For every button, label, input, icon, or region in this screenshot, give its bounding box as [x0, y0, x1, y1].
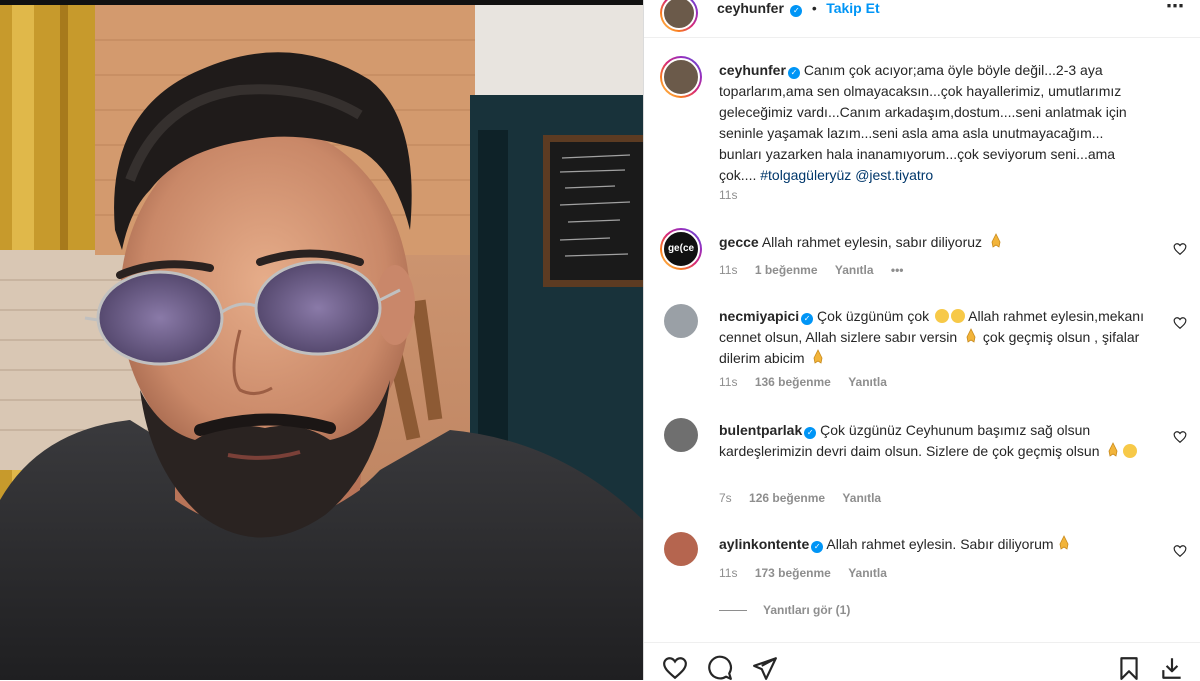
gecce-logo: ge(ce — [662, 230, 700, 268]
caption-meta: 11s — [719, 188, 751, 202]
author-avatar[interactable] — [660, 0, 698, 32]
comment-text-block: necmiyapici ✓ Çok üzgünüm çok Allah rahme… — [719, 306, 1149, 369]
comment-meta: 11s 1 beğenme Yanıtla ••• — [719, 263, 918, 277]
view-replies-line — [719, 610, 747, 612]
comment-more-button[interactable]: ••• — [891, 263, 904, 277]
pray-emoji — [1059, 535, 1069, 550]
caption-text-block: ceyhunfer ✓ Canım çok acıyor;ama öyle böy… — [719, 60, 1149, 186]
view-replies-label: Yanıtları gör (1) — [763, 603, 851, 617]
separator-dot: • — [811, 0, 817, 16]
heart-icon[interactable] — [662, 655, 688, 681]
view-replies-button[interactable]: Yanıtları gör (1) — [719, 603, 850, 617]
reply-button[interactable]: Yanıtla — [848, 566, 887, 580]
post-header: ceyhunfer ✓ • Takip Et ⋯ — [644, 0, 1200, 38]
sad-emoji — [1123, 444, 1138, 458]
author-username[interactable]: ceyhunfer — [717, 0, 784, 16]
more-options-icon[interactable]: ⋯ — [1166, 0, 1185, 17]
like-heart-icon[interactable] — [1173, 242, 1187, 256]
comment-meta: 11s 173 beğenme Yanıtla — [719, 566, 901, 580]
commenter-avatar[interactable]: ge(ce — [660, 228, 702, 270]
comment-meta: 7s 126 beğenme Yanıtla — [719, 491, 895, 505]
post-panel: ceyhunfer ✓ • Takip Et ⋯ ceyhunfer ✓ Canı… — [643, 0, 1200, 680]
download-icon[interactable] — [1159, 655, 1185, 681]
reply-button[interactable]: Yanıtla — [842, 491, 881, 505]
like-heart-icon[interactable] — [1173, 316, 1187, 330]
like-heart-icon[interactable] — [1173, 430, 1187, 444]
follow-button[interactable]: Takip Et — [826, 0, 879, 16]
comment-username[interactable]: necmiyapici — [719, 308, 799, 324]
comment-text-part1: Çok üzgünüm çok — [817, 308, 930, 324]
caption-mention[interactable]: @jest.tiyatro — [855, 167, 933, 183]
comment-text-block: aylinkontente ✓ Allah rahmet eylesin. Sab… — [719, 534, 1149, 555]
verified-icon: ✓ — [804, 427, 817, 439]
caption-time[interactable]: 11s — [719, 188, 737, 202]
comment-likes[interactable]: 136 beğenme — [755, 375, 831, 389]
reply-button[interactable]: Yanıtla — [835, 263, 874, 277]
comment-icon[interactable] — [707, 655, 733, 681]
comment-text: Allah rahmet eylesin, sabır diliyoruz — [761, 234, 983, 250]
verified-icon: ✓ — [801, 313, 814, 325]
pray-emoji — [966, 328, 976, 343]
comment-text-block: gecce Allah rahmet eylesin, sabır diliyo… — [719, 232, 1149, 253]
sad-emoji — [935, 309, 949, 323]
comment-username[interactable]: gecce — [719, 234, 759, 250]
comment-time[interactable]: 11s — [719, 263, 737, 277]
verified-icon: ✓ — [811, 541, 824, 553]
comment-time[interactable]: 11s — [719, 566, 737, 580]
selfie-image — [0, 0, 643, 680]
caption-hashtag[interactable]: #tolgagüleryüz — [760, 167, 851, 183]
commenter-avatar[interactable] — [664, 418, 698, 452]
comment-likes[interactable]: 173 beğenme — [755, 566, 831, 580]
bookmark-icon[interactable] — [1116, 655, 1142, 681]
post-photo[interactable] — [0, 0, 643, 680]
pray-emoji — [814, 349, 823, 364]
post-actions — [644, 642, 1200, 680]
verified-icon: ✓ — [787, 67, 800, 79]
comment-meta: 11s 136 beğenme Yanıtla — [719, 375, 901, 389]
caption-text: Canım çok acıyor;ama öyle böyle değil...… — [719, 62, 1127, 183]
comment-likes[interactable]: 126 beğenme — [749, 491, 825, 505]
comment-time[interactable]: 11s — [719, 375, 737, 389]
comment-username[interactable]: aylinkontente — [719, 536, 809, 552]
comment-time[interactable]: 7s — [719, 491, 732, 505]
verified-icon: ✓ — [790, 5, 803, 17]
commenter-avatar[interactable] — [664, 304, 698, 338]
comments-list[interactable]: ceyhunfer ✓ Canım çok acıyor;ama öyle böy… — [644, 38, 1200, 638]
caption-author-avatar[interactable] — [660, 56, 702, 98]
like-heart-icon[interactable] — [1173, 544, 1187, 558]
reply-button[interactable]: Yanıtla — [848, 375, 887, 389]
comment-likes[interactable]: 1 beğenme — [755, 263, 818, 277]
sad-emoji — [951, 309, 965, 323]
header-user-row: ceyhunfer ✓ • Takip Et — [717, 0, 880, 17]
commenter-avatar[interactable] — [664, 532, 698, 566]
pray-emoji — [1108, 442, 1118, 457]
comment-text: Allah rahmet eylesin. Sabır diliyorum — [826, 536, 1054, 552]
share-icon[interactable] — [752, 655, 778, 681]
pray-emoji — [991, 233, 1001, 248]
comment-username[interactable]: bulentparlak — [719, 422, 802, 438]
caption-username[interactable]: ceyhunfer — [719, 62, 786, 78]
comment-text-block: bulentparlak ✓ Çok üzgünüz Ceyhunum başım… — [719, 420, 1149, 462]
